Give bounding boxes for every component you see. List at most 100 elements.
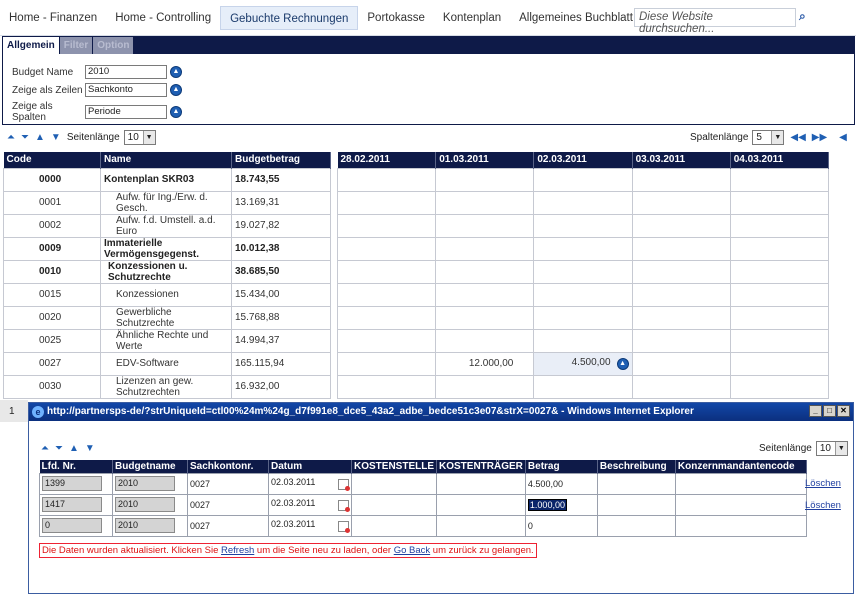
period-cell[interactable] xyxy=(729,328,830,353)
delete-link[interactable]: Löschen xyxy=(805,473,841,495)
period-cell[interactable] xyxy=(435,374,535,399)
move-down-icon[interactable]: ▼ xyxy=(85,443,95,454)
period-cell[interactable] xyxy=(435,328,535,353)
period-cell[interactable] xyxy=(435,259,535,284)
period-cell[interactable] xyxy=(729,213,830,238)
lookup-icon[interactable]: ▲ xyxy=(170,84,182,96)
period-cell[interactable] xyxy=(729,190,830,215)
table-row[interactable]: 0025 Ähnliche Rechte und Werte 14.994,37 xyxy=(3,328,331,353)
period-cell[interactable] xyxy=(533,259,633,284)
period-cell[interactable] xyxy=(631,213,731,238)
period-cell[interactable] xyxy=(631,190,731,215)
datum-field[interactable]: 02.03.2011 xyxy=(271,519,315,529)
period-cell[interactable] xyxy=(336,305,437,330)
betrag-field[interactable]: 1.000,00 xyxy=(527,498,567,511)
lookup-icon[interactable]: ▲ xyxy=(170,106,182,118)
table-row[interactable]: 0020 Gewerbliche Schutzrechte 15.768,88 xyxy=(3,305,331,330)
period-cell[interactable] xyxy=(336,328,437,353)
column-length-select[interactable]: 5 ▼ xyxy=(752,130,785,145)
period-cell[interactable]: 12.000,00 xyxy=(435,351,535,376)
betrag-field[interactable]: 4.500,00 xyxy=(528,479,563,489)
period-cell[interactable] xyxy=(533,374,633,399)
search-icon[interactable]: ⌕ xyxy=(799,9,813,23)
period-cell[interactable] xyxy=(631,282,731,307)
page-length-select[interactable]: 10 ▼ xyxy=(123,130,156,145)
nav-tab-allgemeines-buchblatt[interactable]: Allgemeines Buchblatt xyxy=(510,6,642,30)
period-cell[interactable] xyxy=(533,167,633,192)
period-cell[interactable] xyxy=(336,236,437,261)
spalten-input[interactable]: Periode xyxy=(85,105,167,119)
budget-name-input[interactable]: 2010 xyxy=(85,65,167,79)
period-cell[interactable] xyxy=(336,190,437,215)
period-cell[interactable] xyxy=(533,282,633,307)
sachkonto-field[interactable]: 0027 xyxy=(190,500,210,510)
period-cell[interactable] xyxy=(336,282,437,307)
period-cell[interactable] xyxy=(631,374,731,399)
period-cell[interactable] xyxy=(533,328,633,353)
move-up-icon[interactable]: ▲ xyxy=(69,443,79,454)
nav-tab-home-controlling[interactable]: Home - Controlling xyxy=(106,6,220,30)
collapse-all-icon[interactable]: ⏷ xyxy=(21,132,29,143)
go-back-link[interactable]: Go Back xyxy=(394,545,430,556)
betrag-field[interactable]: 0 xyxy=(528,521,533,531)
period-cell[interactable] xyxy=(533,190,633,215)
popup-page-length-select[interactable]: 10 ▼ xyxy=(815,441,848,456)
refresh-link[interactable]: Refresh xyxy=(221,545,254,556)
table-row[interactable]: 0001 Aufw. für Ing./Erw. d. Gesch. 13.169,… xyxy=(3,190,331,215)
period-cell[interactable] xyxy=(336,374,437,399)
expand-all-icon[interactable]: ⏶ xyxy=(7,132,15,143)
period-cell[interactable] xyxy=(336,351,437,376)
period-cell[interactable] xyxy=(729,374,830,399)
datum-field[interactable]: 02.03.2011 xyxy=(271,498,315,508)
period-cell[interactable] xyxy=(631,167,731,192)
period-cell[interactable] xyxy=(533,236,633,261)
move-up-icon[interactable]: ▲ xyxy=(35,132,45,143)
period-cell[interactable] xyxy=(435,282,535,307)
expand-all-icon[interactable]: ⏶ xyxy=(41,443,49,454)
calendar-icon[interactable] xyxy=(338,500,350,512)
tab-allgemein[interactable]: Allgemein xyxy=(3,37,59,54)
first-column-icon[interactable]: ◀◀ xyxy=(790,132,805,143)
calendar-icon[interactable] xyxy=(338,521,350,533)
detail-icon[interactable]: ▲ xyxy=(616,358,629,370)
table-row[interactable]: 0009 Immaterielle Vermögensgegenst. 10.012… xyxy=(3,236,331,261)
period-cell[interactable] xyxy=(631,259,731,284)
period-cell[interactable] xyxy=(435,213,535,238)
table-row[interactable]: 0015 Konzessionen 15.434,00 xyxy=(3,282,331,307)
period-cell[interactable] xyxy=(336,213,437,238)
table-row[interactable]: 0010 Konzessionen u. Schutzrechte 38.685,5… xyxy=(3,259,331,284)
lookup-icon[interactable]: ▲ xyxy=(170,66,182,78)
nav-tab-portokasse[interactable]: Portokasse xyxy=(358,6,434,30)
period-cell[interactable] xyxy=(631,305,731,330)
zeilen-input[interactable]: Sachkonto xyxy=(85,83,167,97)
maximize-icon[interactable]: □ xyxy=(823,405,836,417)
prev-column-icon[interactable]: ◀ xyxy=(839,132,847,143)
period-cell[interactable] xyxy=(631,328,731,353)
period-cell[interactable]: 4.500,00 ▲ xyxy=(533,351,633,376)
sachkonto-field[interactable]: 0027 xyxy=(190,521,210,531)
period-cell[interactable] xyxy=(336,167,437,192)
period-cell[interactable] xyxy=(336,259,437,284)
tab-option[interactable]: Option xyxy=(93,37,134,54)
last-column-icon[interactable]: ▶▶ xyxy=(812,132,827,143)
tab-filter[interactable]: Filter xyxy=(59,37,93,54)
close-icon[interactable]: ✕ xyxy=(837,405,850,417)
period-cell[interactable] xyxy=(435,167,535,192)
period-cell[interactable] xyxy=(729,305,830,330)
period-cell[interactable] xyxy=(435,305,535,330)
period-cell[interactable] xyxy=(729,167,830,192)
move-down-icon[interactable]: ▼ xyxy=(51,132,61,143)
period-cell[interactable] xyxy=(729,259,830,284)
period-cell[interactable] xyxy=(435,236,535,261)
period-cell[interactable] xyxy=(729,351,830,376)
sachkonto-field[interactable]: 0027 xyxy=(190,479,210,489)
period-cell[interactable] xyxy=(631,351,731,376)
period-cell[interactable] xyxy=(631,236,731,261)
page-number[interactable]: 1 xyxy=(9,406,15,417)
table-row[interactable]: 0030 Lizenzen an gew. Schutzrechten 16.932… xyxy=(3,374,331,399)
calendar-icon[interactable] xyxy=(338,479,350,491)
minimize-icon[interactable]: _ xyxy=(809,405,822,417)
period-cell[interactable] xyxy=(435,190,535,215)
delete-link[interactable]: Löschen xyxy=(805,495,841,517)
period-cell[interactable] xyxy=(533,305,633,330)
